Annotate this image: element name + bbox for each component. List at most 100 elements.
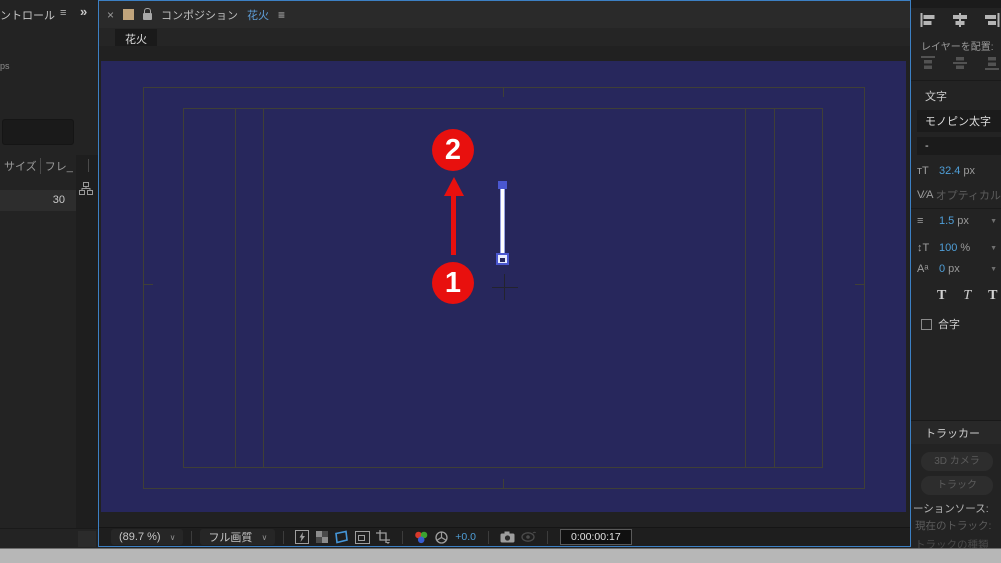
scrollbar-corner: [78, 531, 96, 547]
vertical-scale-value[interactable]: 100: [939, 242, 957, 254]
table-header: サイズ フレ_: [0, 156, 76, 176]
fast-previews-icon[interactable]: [295, 529, 310, 545]
annotation-arrow-shaft: [451, 196, 456, 255]
track-motion-button[interactable]: トラック: [921, 476, 993, 495]
leading-unit: px: [957, 215, 969, 227]
font-size-icon: ᴛT: [917, 165, 929, 177]
align-left-icon[interactable]: [920, 13, 936, 32]
leading-value[interactable]: 1.5: [939, 215, 954, 227]
center-tick-left: [143, 284, 153, 285]
expand-chevron-icon[interactable]: »: [80, 4, 87, 19]
align-center-horizontal-icon[interactable]: [952, 13, 968, 32]
text-cursor-anchor-handle[interactable]: [496, 253, 509, 265]
search-input[interactable]: [2, 119, 74, 145]
right-panel: レイヤーを配置: 文字 モノピン太字 - ᴛT 32.4 px V⁄A オプティ…: [911, 0, 1001, 548]
tab-effect-controls[interactable]: ントロール: [0, 7, 55, 23]
composition-name: 花火: [247, 9, 270, 22]
center-tick-right: [855, 284, 865, 285]
distribute-bottom-icon[interactable]: [984, 56, 1000, 75]
track-type-label: トラックの種類: [915, 539, 989, 548]
align-buttons-row: [920, 13, 1000, 32]
ligature-label: 合字: [938, 319, 960, 331]
center-cut-guide: [235, 108, 236, 468]
table-row[interactable]: 30: [0, 190, 76, 211]
all-caps-button[interactable]: T: [988, 288, 997, 304]
composition-panel-header: × コンポジション 花火 ≡: [99, 1, 910, 28]
kerning-icon: V⁄A: [917, 189, 934, 201]
vertical-scale-icon: ↕T: [917, 242, 930, 254]
ligature-row: 合字: [921, 316, 960, 332]
column-divider: [88, 159, 89, 172]
align-layers-label: レイヤーを配置:: [921, 42, 994, 53]
region-of-interest-icon[interactable]: [355, 529, 371, 545]
panel-menu-icon[interactable]: ≡: [278, 8, 285, 22]
faux-bold-button[interactable]: T: [937, 288, 946, 304]
baseline-shift-row: Aᵃ 0 px ▼: [917, 263, 1001, 275]
resolution-dropdown[interactable]: フル画質 ∨: [200, 529, 276, 545]
kerning-row: V⁄A オプティカル: [917, 187, 1001, 203]
show-snapshot-icon[interactable]: [521, 529, 537, 545]
composition-tab-row: 花火: [99, 28, 910, 49]
transparency-grid-icon[interactable]: [316, 529, 329, 545]
project-info-text: ps: [0, 61, 10, 71]
chevron-down-icon[interactable]: ▼: [990, 218, 997, 225]
reset-exposure-icon[interactable]: [435, 529, 448, 545]
font-size-unit: px: [963, 165, 976, 177]
chevron-down-icon: ∨: [169, 532, 176, 542]
baseline-shift-unit: px: [948, 263, 960, 275]
faux-style-row: T T T: [937, 288, 1001, 304]
text-cursor-top-handle[interactable]: [498, 181, 507, 189]
distribute-top-icon[interactable]: [920, 56, 936, 75]
panel-drag-swatch-icon[interactable]: [123, 9, 135, 20]
left-panel: ントロール ≡ » ps サイズ フレ_ 30: [0, 0, 98, 548]
text-cursor-beam[interactable]: [500, 189, 505, 254]
center-crosshair-icon: [492, 287, 518, 288]
divider: [0, 528, 98, 529]
magnification-dropdown[interactable]: (89.7 %) ∨: [111, 529, 184, 545]
center-cut-guide: [774, 108, 775, 468]
font-style-dropdown[interactable]: -: [917, 137, 1001, 155]
faux-italic-button[interactable]: T: [963, 288, 971, 304]
center-cut-guide: [745, 108, 746, 468]
mask-visibility-icon[interactable]: [334, 529, 349, 545]
after-effects-window: ントロール ≡ » ps サイズ フレ_ 30 × コンポジション 花火 ≡ 花…: [0, 0, 1001, 563]
divider: [911, 208, 1001, 209]
show-channel-rgb-icon[interactable]: [414, 529, 429, 545]
distribute-buttons-row: [920, 56, 1000, 75]
chevron-down-icon[interactable]: ▼: [990, 245, 997, 252]
center-crosshair-icon: [504, 274, 505, 300]
title-safe-guide: [183, 108, 823, 468]
track-3d-camera-button[interactable]: 3D カメラ: [921, 452, 993, 471]
composition-toolbar: (89.7 %) ∨ フル画質 ∨ +0.0 0:00:00:17: [99, 527, 910, 546]
lock-icon[interactable]: [143, 7, 153, 20]
vertical-scale-row: ↕T 100 % ▼: [917, 242, 1001, 254]
panel-menu-icon[interactable]: ≡: [60, 7, 66, 19]
leading-icon: ≡: [917, 215, 924, 227]
font-family-dropdown[interactable]: モノピン太字: [917, 110, 1001, 132]
take-snapshot-icon[interactable]: [500, 529, 515, 545]
column-size[interactable]: サイズ: [0, 158, 40, 174]
distribute-vertical-center-icon[interactable]: [952, 56, 968, 75]
baseline-shift-value[interactable]: 0: [939, 263, 945, 275]
center-cut-guide: [263, 108, 264, 468]
current-track-label: 現在のトラック:: [915, 520, 992, 532]
window-bottom-strip: [0, 548, 1001, 563]
exposure-value[interactable]: +0.0: [455, 531, 476, 543]
kerning-value[interactable]: オプティカル: [936, 187, 1001, 203]
vertical-scale-unit: %: [960, 242, 971, 254]
grid-guide-options-icon[interactable]: [376, 529, 391, 545]
chevron-down-icon[interactable]: ▼: [990, 266, 997, 273]
table-gutter: [76, 155, 98, 528]
composition-canvas[interactable]: 2 1: [101, 61, 906, 512]
column-framerate[interactable]: フレ_: [39, 158, 76, 174]
font-size-value[interactable]: 32.4: [939, 165, 960, 177]
chevron-down-icon: ∨: [261, 532, 268, 542]
flowchart-icon[interactable]: [79, 182, 93, 200]
composition-panel: × コンポジション 花火 ≡ 花火 2 1 (89.7 %) ∨ フル画質 ∨ …: [98, 0, 911, 547]
ligature-checkbox[interactable]: [921, 318, 932, 330]
preview-timecode[interactable]: 0:00:00:17: [560, 529, 632, 545]
annotation-arrow-icon: [444, 177, 464, 196]
baseline-shift-icon: Aᵃ: [917, 263, 929, 275]
close-icon[interactable]: ×: [107, 8, 114, 22]
align-right-icon[interactable]: [984, 13, 1000, 32]
